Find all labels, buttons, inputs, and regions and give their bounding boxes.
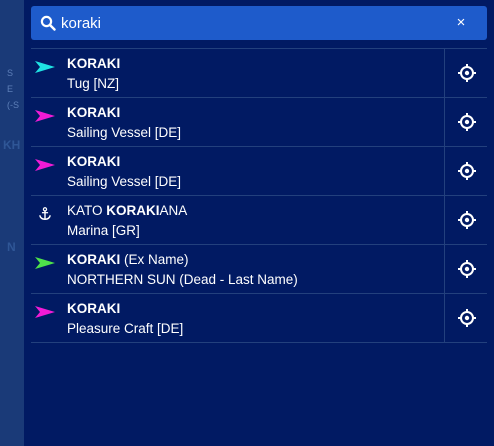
result-subtitle: NORTHERN SUN (Dead - Last Name) xyxy=(67,272,298,287)
crosshair-icon xyxy=(458,64,476,82)
locate-button[interactable] xyxy=(444,147,488,195)
result-title: KATO KORAKIANA xyxy=(67,203,188,218)
vessel-icon xyxy=(35,257,55,269)
sailing-vessel-icon xyxy=(35,159,55,171)
result-subtitle: Marina [GR] xyxy=(67,223,140,238)
result-subtitle: Pleasure Craft [DE] xyxy=(67,321,184,336)
map-backdrop: S E (-S KH N xyxy=(0,0,24,446)
result-subtitle: Tug [NZ] xyxy=(67,76,120,91)
result-row[interactable]: KORAKI Pleasure Craft [DE] xyxy=(31,294,487,343)
crosshair-icon xyxy=(458,211,476,229)
locate-button[interactable] xyxy=(444,245,488,293)
locate-button[interactable] xyxy=(444,98,488,146)
result-row[interactable]: KORAKI (Ex Name) NORTHERN SUN (Dead - La… xyxy=(31,245,487,294)
result-title: KORAKI xyxy=(67,301,121,316)
result-row[interactable]: KORAKI Sailing Vessel [DE] xyxy=(31,147,487,196)
pleasure-craft-icon xyxy=(35,306,55,318)
locate-button[interactable] xyxy=(444,196,488,244)
anchor-icon xyxy=(39,207,51,220)
map-label: N xyxy=(7,240,16,254)
crosshair-icon xyxy=(458,309,476,327)
crosshair-icon xyxy=(458,260,476,278)
result-row[interactable]: KORAKI Tug [NZ] xyxy=(31,49,487,98)
tug-vessel-icon xyxy=(35,61,55,73)
result-title: KORAKI xyxy=(67,56,121,71)
locate-button[interactable] xyxy=(444,294,488,342)
crosshair-icon xyxy=(458,113,476,131)
result-subtitle: Sailing Vessel [DE] xyxy=(67,174,182,189)
result-title: KORAKI (Ex Name) xyxy=(67,252,189,267)
search-results-panel: × KORAKI Tug [NZ] xyxy=(24,0,494,446)
result-title: KORAKI xyxy=(67,105,121,120)
search-bar: × xyxy=(31,6,487,40)
search-input[interactable] xyxy=(61,13,441,33)
locate-button[interactable] xyxy=(444,49,488,97)
result-row[interactable]: KORAKI Sailing Vessel [DE] xyxy=(31,98,487,147)
crosshair-icon xyxy=(458,162,476,180)
results-list: KORAKI Tug [NZ] KORAKI Sailing Vessel [D… xyxy=(31,48,487,343)
map-label: E xyxy=(7,84,14,94)
result-row[interactable]: KATO KORAKIANA Marina [GR] xyxy=(31,196,487,245)
map-label: (-S xyxy=(7,100,19,110)
result-subtitle: Sailing Vessel [DE] xyxy=(67,125,182,140)
map-label: S xyxy=(7,68,14,78)
sailing-vessel-icon xyxy=(35,110,55,122)
search-icon xyxy=(40,15,56,31)
map-label: KH xyxy=(3,138,21,152)
result-title: KORAKI xyxy=(67,154,121,169)
clear-search-button[interactable]: × xyxy=(451,13,471,33)
